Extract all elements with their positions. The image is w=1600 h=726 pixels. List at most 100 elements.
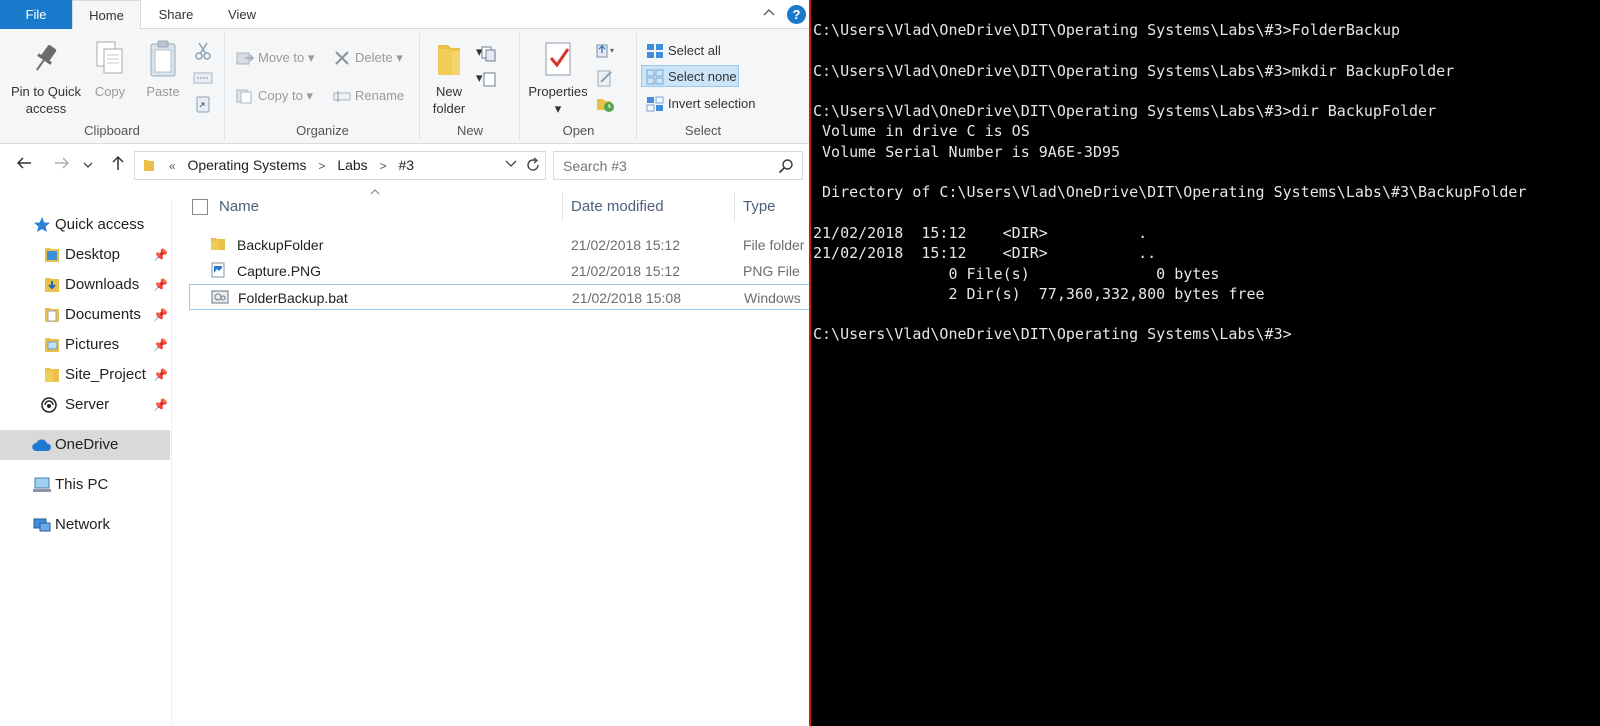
pin-icon[interactable]: 📌: [153, 390, 168, 420]
select-all-checkbox[interactable]: [192, 199, 208, 215]
open-dropdown-icon[interactable]: ▾: [595, 41, 617, 61]
address-bar[interactable]: « Operating Systems > Labs > #3: [134, 151, 546, 180]
onedrive-cloud-icon: [32, 439, 51, 451]
edit-icon[interactable]: [595, 68, 617, 88]
pin-icon[interactable]: 📌: [153, 270, 168, 300]
column-header-date-modified[interactable]: Date modified: [571, 192, 664, 222]
sidebar-label-pictures: Pictures: [65, 336, 120, 353]
network-icon: [33, 518, 51, 532]
new-folder-button[interactable]: New folder: [425, 39, 473, 117]
file-name: FolderBackup.bat: [238, 290, 348, 306]
help-icon[interactable]: ?: [787, 5, 806, 24]
search-input[interactable]: [554, 152, 774, 179]
back-arrow-icon[interactable]: [12, 154, 36, 178]
ribbon-group-select: Select all Select none Invert selection …: [638, 33, 768, 140]
breadcrumb-operating-systems[interactable]: Operating Systems: [187, 152, 306, 179]
breadcrumb-overflow[interactable]: «: [169, 153, 176, 180]
search-box[interactable]: [553, 151, 803, 180]
folder-icon: [45, 368, 59, 382]
sidebar-item-downloads[interactable]: Downloads 📌: [0, 270, 170, 300]
pin-icon[interactable]: 📌: [153, 330, 168, 360]
file-date: 21/02/2018 15:12: [571, 263, 680, 279]
ribbon-tab-bar: File Home Share View ?: [0, 0, 809, 30]
column-divider[interactable]: [734, 192, 735, 222]
invert-selection-button[interactable]: Invert selection: [642, 93, 755, 115]
breadcrumb-labs[interactable]: Labs: [337, 152, 367, 179]
ribbon-home: Pin to Quick access Copy Paste Clipboard…: [0, 29, 809, 144]
move-to-icon: [236, 52, 254, 65]
sidebar-item-quick-access[interactable]: Quick access: [0, 210, 170, 240]
delete-label: Delete: [355, 50, 393, 65]
breadcrumb-current-folder[interactable]: #3: [398, 152, 414, 179]
pin-label-line2: access: [25, 101, 67, 116]
easy-access-icon: [483, 72, 496, 87]
file-row-backupfolder[interactable]: BackupFolder 21/02/2018 15:12 File folde…: [192, 232, 809, 258]
sidebar-item-desktop[interactable]: Desktop 📌: [0, 240, 170, 270]
select-none-label: Select none: [668, 69, 737, 84]
delete-x-icon: [335, 51, 349, 65]
paste-shortcut-icon[interactable]: [192, 94, 214, 114]
open-group-label: Open: [562, 123, 595, 138]
select-all-label: Select all: [668, 43, 721, 58]
delete-button[interactable]: Delete ▾: [329, 47, 403, 69]
file-explorer-window: File Home Share View ? Pin to Quick acce…: [0, 0, 811, 726]
tab-share[interactable]: Share: [144, 0, 208, 29]
select-none-button[interactable]: Select none: [641, 65, 739, 87]
sidebar-item-server[interactable]: Server 📌: [0, 390, 170, 420]
copy-to-icon: [236, 89, 252, 104]
file-row-capture-png[interactable]: Capture.PNG 21/02/2018 15:12 PNG File: [192, 258, 809, 284]
invert-selection-label: Invert selection: [668, 96, 756, 111]
properties-button[interactable]: Properties ▾: [525, 39, 591, 117]
ribbon-group-open: Properties ▾ ▾ Open: [521, 33, 637, 140]
command-prompt-window[interactable]: C:\Users\Vlad\OneDrive\DIT\Operating Sys…: [813, 0, 1600, 726]
sidebar-item-onedrive[interactable]: OneDrive: [0, 430, 170, 460]
batch-file-icon: [211, 290, 229, 304]
recent-locations-chevron-icon[interactable]: [80, 154, 96, 178]
column-header-type[interactable]: Type: [743, 192, 776, 222]
console-line: Directory of C:\Users\Vlad\OneDrive\DIT\…: [813, 183, 1527, 202]
pin-icon[interactable]: 📌: [153, 300, 168, 330]
sidebar-label-desktop: Desktop: [65, 246, 121, 263]
tab-view[interactable]: View: [212, 0, 272, 29]
column-header-name[interactable]: Name: [219, 192, 259, 222]
new-item-button[interactable]: ▾: [476, 41, 512, 63]
console-line: 21/02/2018 15:12 <DIR> ..: [813, 244, 1157, 263]
copy-to-button[interactable]: Copy to ▾: [232, 85, 313, 107]
tab-file[interactable]: File: [0, 0, 72, 29]
pin-to-quick-access-button[interactable]: Pin to Quick access: [6, 39, 86, 117]
search-icon[interactable]: [778, 158, 794, 174]
sidebar-item-documents[interactable]: Documents 📌: [0, 300, 170, 330]
cut-icon[interactable]: [192, 41, 214, 61]
copy-path-icon[interactable]: [192, 68, 214, 88]
forward-arrow-icon[interactable]: [50, 154, 74, 178]
move-to-button[interactable]: Move to ▾: [232, 47, 314, 69]
up-arrow-icon[interactable]: [106, 154, 130, 178]
console-line: Volume Serial Number is 9A6E-3D95: [813, 142, 1121, 161]
sidebar-item-site-project[interactable]: Site_Project 📌: [0, 360, 170, 390]
file-row-folderbackup-bat[interactable]: FolderBackup.bat 21/02/2018 15:08 Window…: [189, 284, 809, 310]
file-date: 21/02/2018 15:08: [572, 290, 681, 306]
breadcrumb-separator[interactable]: >: [318, 153, 325, 180]
rename-button[interactable]: Rename: [329, 85, 404, 107]
pin-icon[interactable]: 📌: [153, 360, 168, 390]
history-icon[interactable]: [595, 94, 617, 114]
column-divider[interactable]: [562, 192, 563, 222]
sidebar-item-pictures[interactable]: Pictures 📌: [0, 330, 170, 360]
tab-home[interactable]: Home: [72, 0, 141, 30]
console-prompt[interactable]: C:\Users\Vlad\OneDrive\DIT\Operating Sys…: [813, 325, 1292, 343]
refresh-icon[interactable]: [525, 152, 541, 179]
file-name: BackupFolder: [237, 237, 324, 253]
paste-button[interactable]: Paste: [143, 39, 183, 100]
breadcrumb-separator[interactable]: >: [380, 153, 387, 180]
sidebar-item-this-pc[interactable]: This PC: [0, 470, 170, 500]
copy-button[interactable]: Copy: [90, 39, 130, 100]
properties-check-icon: [545, 42, 571, 76]
pin-icon: [36, 45, 57, 71]
sidebar-item-network[interactable]: Network: [0, 510, 170, 540]
pin-icon[interactable]: 📌: [153, 240, 168, 270]
easy-access-button[interactable]: ▾: [476, 67, 512, 89]
minimize-ribbon-chevron-icon[interactable]: [760, 5, 778, 23]
select-all-button[interactable]: Select all: [642, 40, 721, 62]
new-folder-icon: [438, 45, 460, 75]
address-dropdown-chevron-icon[interactable]: [505, 152, 517, 179]
